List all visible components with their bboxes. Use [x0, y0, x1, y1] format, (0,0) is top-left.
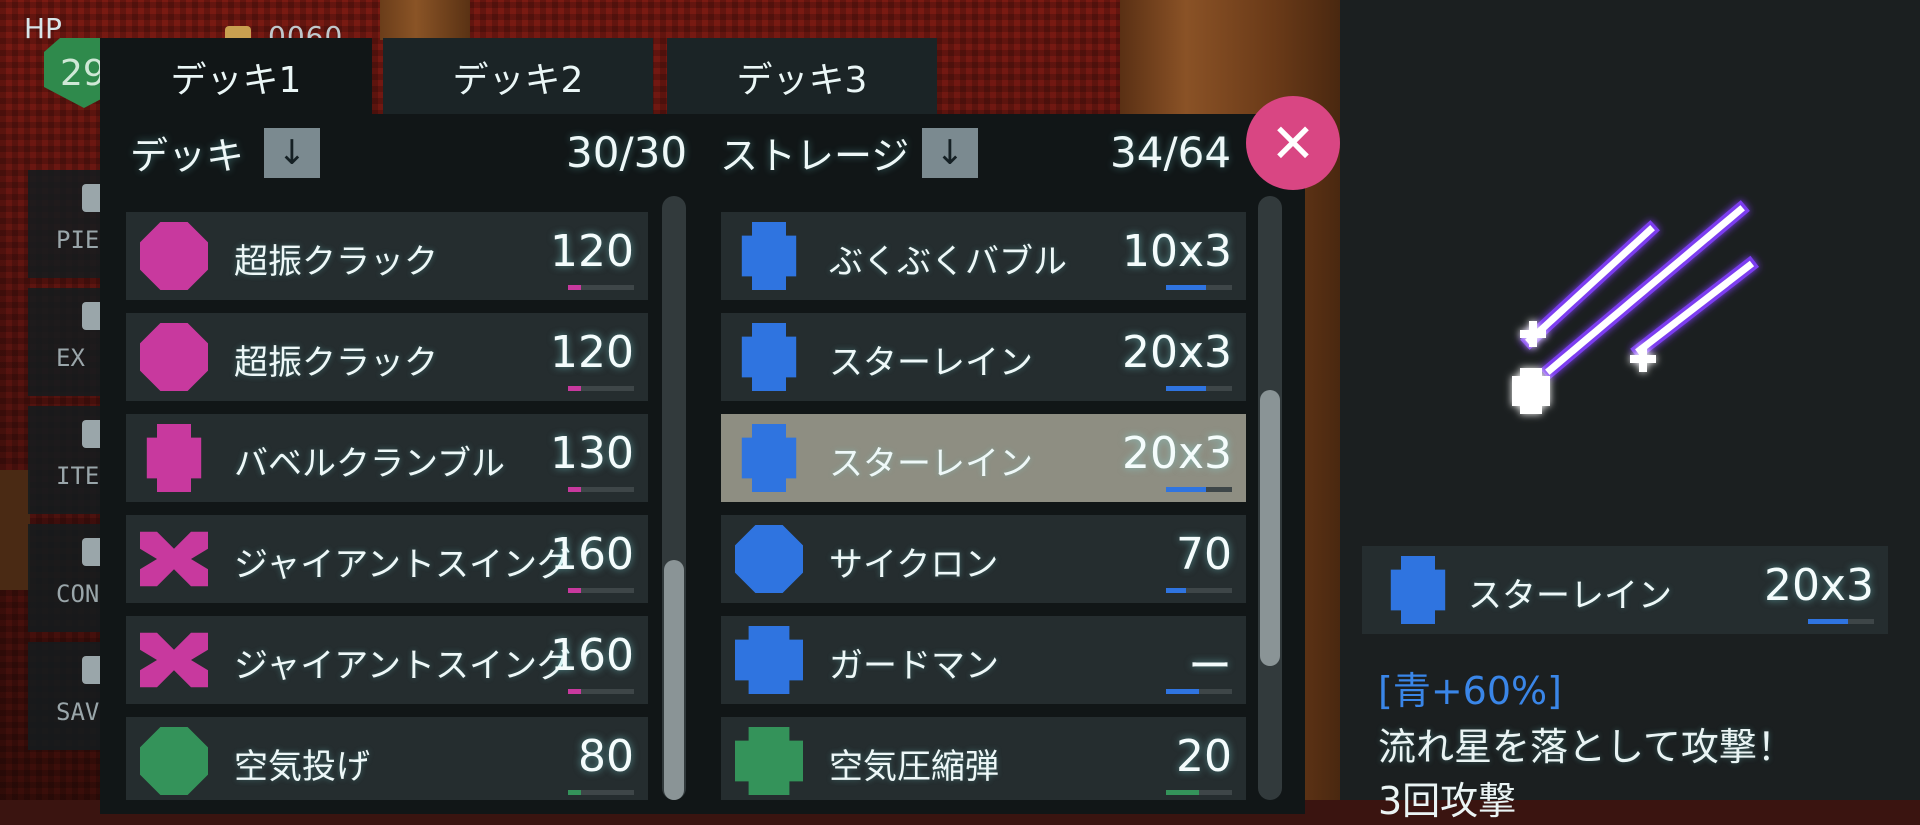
- deck-row-value: 120: [550, 327, 634, 378]
- storage-title: ストレージ: [720, 133, 910, 178]
- storage-row-name: ぶくぶくバブル: [829, 242, 1067, 282]
- puzzle-piece-icon: [146, 424, 202, 492]
- close-button[interactable]: ✕: [1246, 96, 1340, 190]
- detail-value: 20x3: [1763, 560, 1874, 611]
- deck-row-meter: [568, 588, 634, 593]
- deck-row[interactable]: ジャイアントスイング 160: [126, 616, 648, 704]
- deck-count: 30/30: [566, 127, 688, 177]
- detail-bonus-tag: [青+60%]: [1378, 669, 1562, 713]
- storage-row[interactable]: スターレイン 20x3: [721, 313, 1246, 401]
- storage-row-value: 20x3: [1121, 428, 1232, 479]
- storage-row[interactable]: ガードマン ー: [721, 616, 1246, 704]
- puzzle-piece-icon: [140, 323, 208, 391]
- deck-row[interactable]: ジャイアントスイング 160: [126, 515, 648, 603]
- deck-row-meter: [568, 689, 634, 694]
- storage-row-meter: [1166, 386, 1232, 391]
- storage-row[interactable]: スターレイン 20x3: [721, 414, 1246, 502]
- storage-row-value: ー: [1188, 641, 1232, 692]
- puzzle-piece-icon: [1390, 556, 1446, 624]
- sort-down-icon: ↓: [277, 133, 307, 173]
- tab-deck-3[interactable]: デッキ3: [667, 38, 937, 116]
- storage-list: ぶくぶくバブル 10x3 スターレイン 20x3 スターレイン 20x3 サイクロン 70 ガー…: [721, 190, 1246, 800]
- storage-row[interactable]: ぶくぶくバブル 10x3: [721, 212, 1246, 300]
- deck-list: 超振クラック 120 超振クラック 120 バベルクランブル 130 ジャイアントスイング 1…: [126, 190, 648, 800]
- deck-row-value: 80: [578, 731, 634, 782]
- storage-row-name: サイクロン: [829, 545, 999, 585]
- storage-row-name: 空気圧縮弾: [829, 747, 999, 787]
- deck-title: デッキ: [130, 133, 245, 178]
- deck-row-value: 160: [550, 529, 634, 580]
- deck-row-name: 超振クラック: [234, 242, 438, 282]
- storage-scroll-thumb[interactable]: [1260, 390, 1280, 666]
- deck-row[interactable]: 超振クラック 120: [126, 212, 648, 300]
- storage-sort-button[interactable]: ↓: [922, 128, 978, 178]
- sort-down-icon: ↓: [935, 133, 965, 173]
- storage-row-meter: [1166, 790, 1232, 795]
- deck-row-meter: [568, 790, 634, 795]
- storage-row-name: スターレイン: [829, 343, 1033, 383]
- puzzle-piece-icon: [140, 632, 208, 688]
- storage-row-value: 70: [1176, 529, 1232, 580]
- deck-row-meter: [568, 285, 634, 290]
- deck-row[interactable]: 超振クラック 120: [126, 313, 648, 401]
- selected-piece-detail: スターレイン 20x3: [1362, 546, 1888, 634]
- storage-scrollbar[interactable]: [1258, 196, 1282, 800]
- deck-row-value: 120: [550, 226, 634, 277]
- close-icon: ✕: [1270, 111, 1316, 175]
- storage-row-value: 10x3: [1121, 226, 1232, 277]
- detail-description-line2: 3回攻撃: [1378, 779, 1517, 823]
- detail-name: スターレイン: [1468, 576, 1672, 616]
- storage-row[interactable]: サイクロン 70: [721, 515, 1246, 603]
- storage-row-meter: [1166, 285, 1232, 290]
- deck-row-value: 160: [550, 630, 634, 681]
- deck-row-value: 130: [550, 428, 634, 479]
- deck-row[interactable]: バベルクランブル 130: [126, 414, 648, 502]
- storage-row-value: 20x3: [1121, 327, 1232, 378]
- deck-row-name: 空気投げ: [234, 747, 370, 787]
- storage-count: 34/64: [1110, 127, 1232, 177]
- deck-row[interactable]: 空気投げ 80: [126, 717, 648, 800]
- tab-deck-1[interactable]: デッキ1: [100, 38, 372, 116]
- deck-sort-button[interactable]: ↓: [264, 128, 320, 178]
- hp-label: HP: [24, 12, 62, 45]
- puzzle-piece-icon: [140, 222, 208, 290]
- detail-meter: [1808, 619, 1874, 624]
- deck-row-name: 超振クラック: [234, 343, 438, 383]
- storage-row-meter: [1166, 689, 1232, 694]
- puzzle-piece-icon: [735, 727, 803, 795]
- puzzle-piece-icon: [140, 531, 208, 587]
- deck-row-name: ジャイアントスイング: [234, 545, 571, 585]
- wood-chair: [0, 470, 30, 590]
- deck-scrollbar[interactable]: [662, 196, 686, 800]
- deck-row-meter: [568, 487, 634, 492]
- puzzle-piece-icon: [735, 525, 803, 593]
- storage-row[interactable]: 空気圧縮弾 20: [721, 717, 1246, 800]
- storage-row-meter: [1166, 588, 1232, 593]
- deck-scroll-thumb[interactable]: [664, 560, 684, 800]
- storage-row-meter: [1166, 487, 1232, 492]
- puzzle-piece-icon: [741, 323, 797, 391]
- puzzle-piece-icon: [735, 626, 803, 694]
- storage-row-value: 20: [1176, 731, 1232, 782]
- deck-row-name: ジャイアントスイング: [234, 646, 571, 686]
- hp-value: 29: [60, 52, 106, 94]
- star-rain-icon: [1512, 200, 1760, 414]
- storage-row-name: ガードマン: [829, 646, 999, 686]
- puzzle-piece-icon: [140, 727, 208, 795]
- deck-row-name: バベルクランブル: [234, 444, 505, 484]
- wood-beam: [380, 0, 470, 40]
- puzzle-piece-icon: [741, 222, 797, 290]
- tab-deck-2[interactable]: デッキ2: [383, 38, 653, 116]
- storage-row-name: スターレイン: [829, 444, 1033, 484]
- detail-description: 流れ星を落として攻撃！: [1378, 725, 1795, 769]
- puzzle-piece-icon: [741, 424, 797, 492]
- deck-row-meter: [568, 386, 634, 391]
